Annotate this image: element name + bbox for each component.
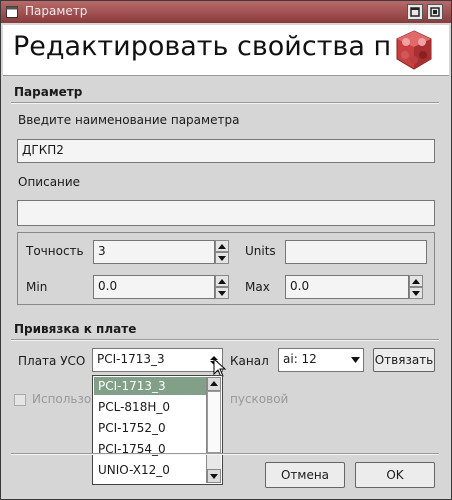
- max-input[interactable]: 0.0: [285, 275, 409, 299]
- board-label: Плата УСО: [18, 354, 86, 368]
- max-spinner[interactable]: [409, 275, 423, 299]
- precision-spinner[interactable]: [215, 240, 229, 264]
- spin-up-icon[interactable]: [215, 275, 229, 287]
- spin-down-icon[interactable]: [215, 252, 229, 264]
- description-label: Описание: [18, 175, 81, 189]
- channel-select-value: ai: 12: [283, 352, 317, 366]
- board-dropdown-list[interactable]: PCI-1713_3 PCL-818H_0 PCI-1752_0 PCI-175…: [92, 375, 223, 485]
- channel-select[interactable]: ai: 12: [278, 348, 364, 372]
- spin-down-icon[interactable]: [409, 287, 423, 299]
- cancel-button[interactable]: Отмена: [265, 462, 345, 488]
- dialog-window: Параметр Редактировать свойства п Параме…: [0, 0, 452, 500]
- min-label: Min: [26, 280, 48, 294]
- dropdown-option[interactable]: PCI-1752_0: [94, 419, 206, 437]
- scroll-up-icon[interactable]: [207, 377, 221, 391]
- precision-label: Точность: [26, 244, 84, 258]
- 3d-cube-logo-icon: [396, 30, 432, 70]
- restore-icon: [430, 7, 440, 17]
- min-spinner[interactable]: [215, 275, 229, 299]
- board-select[interactable]: PCI-1713_3: [92, 348, 223, 372]
- restore-button[interactable]: [427, 4, 443, 20]
- checkbox-label-right: пусковой: [230, 392, 289, 406]
- app-window-icon: [6, 6, 18, 18]
- parameter-section-title: Параметр: [14, 85, 83, 99]
- binding-section-title: Привязка к плате: [14, 322, 137, 336]
- spin-up-icon[interactable]: [409, 275, 423, 287]
- unbind-button[interactable]: Отвязать: [373, 348, 435, 372]
- parameter-section-divider: [11, 102, 439, 104]
- chevron-down-icon: [351, 357, 360, 363]
- dropdown-option[interactable]: UNIO-X12_0: [94, 461, 206, 479]
- launch-checkbox[interactable]: [14, 394, 26, 406]
- checkbox-label-left: Использо: [32, 392, 92, 406]
- maximize-button[interactable]: [407, 4, 423, 20]
- spin-down-icon[interactable]: [215, 287, 229, 299]
- header-banner: Редактировать свойства п: [3, 25, 449, 76]
- max-label: Max: [245, 280, 270, 294]
- scrollbar-thumb[interactable]: [207, 391, 221, 453]
- binding-section-divider: [11, 339, 439, 341]
- description-input[interactable]: [17, 200, 435, 226]
- scroll-down-icon[interactable]: [207, 469, 221, 483]
- dropdown-option[interactable]: PCI-1754_0: [94, 440, 206, 458]
- dropdown-option[interactable]: PCL-818H_0: [94, 398, 206, 416]
- window-title: Параметр: [25, 4, 88, 18]
- parameter-name-label: Введите наименование параметра: [18, 113, 240, 127]
- channel-label: Канал: [230, 354, 269, 368]
- maximize-icon: [410, 7, 420, 17]
- parameter-name-input[interactable]: ДГКП2: [17, 139, 435, 163]
- dropdown-scrollbar[interactable]: [206, 377, 221, 483]
- precision-input[interactable]: 3: [93, 240, 215, 264]
- dropdown-option[interactable]: PCI-1713_3: [94, 377, 206, 395]
- units-input[interactable]: [285, 240, 427, 264]
- units-label: Units: [245, 244, 276, 258]
- board-select-value: PCI-1713_3: [97, 352, 165, 366]
- title-bar[interactable]: Параметр: [1, 1, 451, 23]
- min-input[interactable]: 0.0: [93, 275, 215, 299]
- footer-divider: [11, 453, 439, 455]
- spin-up-icon[interactable]: [215, 240, 229, 252]
- banner-heading: Редактировать свойства п: [13, 31, 392, 62]
- ok-button[interactable]: OK: [355, 462, 435, 488]
